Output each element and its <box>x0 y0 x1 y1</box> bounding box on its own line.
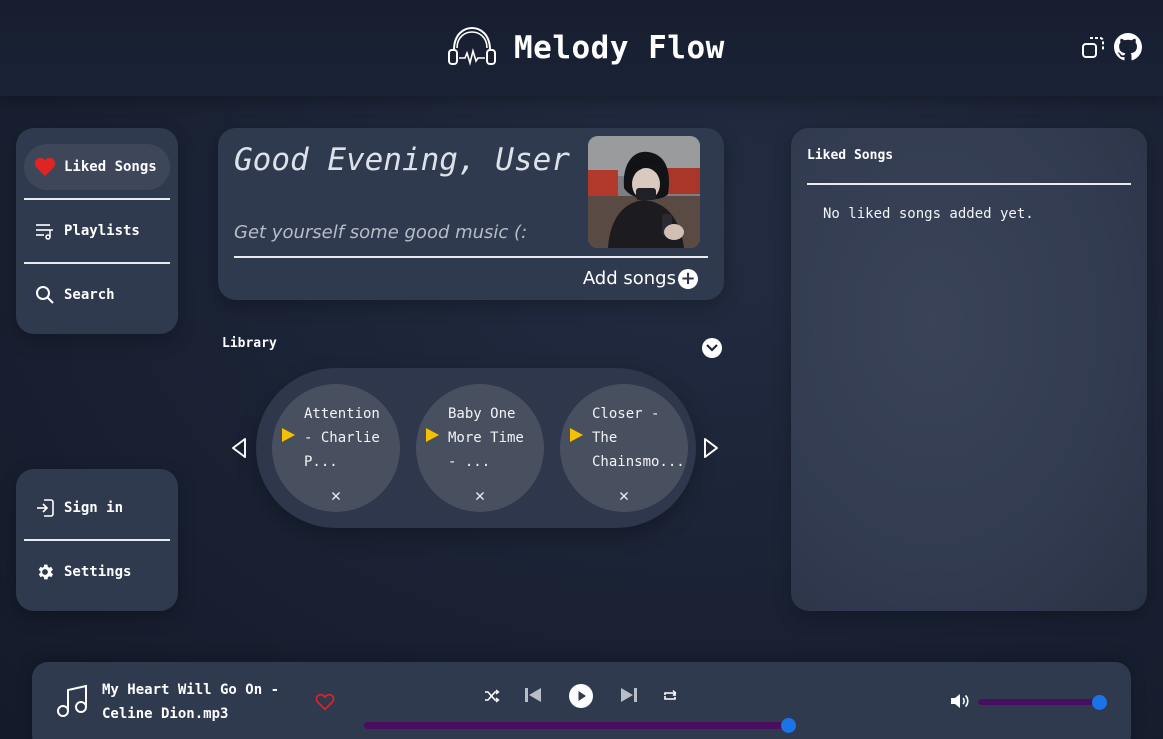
liked-songs-empty-text: No liked songs added yet. <box>823 206 1034 222</box>
volume-icon[interactable] <box>950 692 972 714</box>
carousel-prev-icon[interactable] <box>231 437 247 463</box>
sidebar-nav: Liked Songs Playlists Search <box>16 128 178 334</box>
sidebar-item-label: Liked Songs <box>64 159 157 175</box>
volume-thumb[interactable] <box>1091 695 1107 710</box>
progress-thumb[interactable] <box>780 718 796 733</box>
music-note-icon <box>56 684 88 722</box>
play-triangle-icon[interactable] <box>570 428 583 442</box>
divider <box>24 262 170 264</box>
remove-icon[interactable]: ✕ <box>272 488 400 505</box>
play-button[interactable] <box>569 684 593 712</box>
plus-icon: + <box>678 268 698 289</box>
volume-slider[interactable] <box>978 695 1107 710</box>
play-triangle-icon[interactable] <box>426 428 439 442</box>
greeting-title: Good Evening, User <box>234 142 570 178</box>
skip-previous-icon[interactable] <box>524 687 542 707</box>
like-heart-icon[interactable] <box>315 693 335 715</box>
divider <box>234 256 708 258</box>
remove-icon[interactable]: ✕ <box>416 488 544 505</box>
settings-label: Settings <box>64 564 132 580</box>
greeting-card: Good Evening, User Get yourself some goo… <box>218 128 724 300</box>
search-icon <box>34 284 56 306</box>
library-label: Library <box>222 336 277 351</box>
add-songs-label: Add songs <box>582 268 676 289</box>
divider <box>24 198 170 200</box>
song-title: Baby One More Time - ... <box>448 406 524 470</box>
app-header: Melody Flow <box>0 0 1163 96</box>
sidebar-item-search[interactable]: Search <box>24 272 170 318</box>
add-songs-button[interactable]: Add songs + <box>583 268 698 289</box>
heart-icon <box>34 156 56 178</box>
divider <box>24 539 170 541</box>
skip-next-icon[interactable] <box>620 687 638 707</box>
remove-icon[interactable]: ✕ <box>560 488 688 505</box>
song-title: Attention - Charlie P... <box>304 406 380 470</box>
liked-songs-panel: Liked Songs No liked songs added yet. <box>791 128 1147 611</box>
playlist-icon <box>34 220 56 242</box>
play-triangle-icon[interactable] <box>282 428 295 442</box>
sidebar-item-label: Search <box>64 287 115 303</box>
sidebar-item-label: Playlists <box>64 223 140 239</box>
liked-songs-title: Liked Songs <box>807 148 894 163</box>
song-card[interactable]: Baby One More Time - ... ✕ <box>416 384 544 512</box>
settings-button[interactable]: Settings <box>24 549 170 595</box>
gear-icon <box>34 561 56 583</box>
chevron-down-icon[interactable] <box>702 338 722 358</box>
sidebar-item-liked-songs[interactable]: Liked Songs <box>24 144 170 190</box>
sign-in-button[interactable]: Sign in <box>24 485 170 531</box>
headphones-icon <box>446 24 498 72</box>
carousel-next-icon[interactable] <box>703 437 719 463</box>
sign-in-label: Sign in <box>64 500 124 516</box>
shuffle-icon[interactable] <box>484 688 500 708</box>
song-card[interactable]: Attention - Charlie P... ✕ <box>272 384 400 512</box>
greeting-subtitle: Get yourself some good music (: <box>234 222 528 243</box>
divider <box>807 183 1131 185</box>
app-title: Melody Flow <box>514 30 725 66</box>
song-title: Closer - The Chainsmo... <box>592 406 685 470</box>
repeat-icon[interactable] <box>662 688 678 707</box>
player-bar: My Heart Will Go On - Celine Dion.mp3 <box>32 662 1131 739</box>
progress-fill <box>364 722 788 729</box>
sign-in-icon <box>34 497 56 519</box>
now-playing-title: My Heart Will Go On - Celine Dion.mp3 <box>102 682 280 722</box>
sidebar-account: Sign in Settings <box>16 469 178 611</box>
user-avatar-image <box>588 136 700 248</box>
sidebar-item-playlists[interactable]: Playlists <box>24 208 170 254</box>
github-icon[interactable] <box>1114 33 1142 65</box>
song-card[interactable]: Closer - The Chainsmo... ✕ <box>560 384 688 512</box>
progress-bar[interactable] <box>364 718 796 733</box>
brand: Melody Flow <box>446 24 725 72</box>
copy-window-icon[interactable] <box>1081 34 1105 64</box>
